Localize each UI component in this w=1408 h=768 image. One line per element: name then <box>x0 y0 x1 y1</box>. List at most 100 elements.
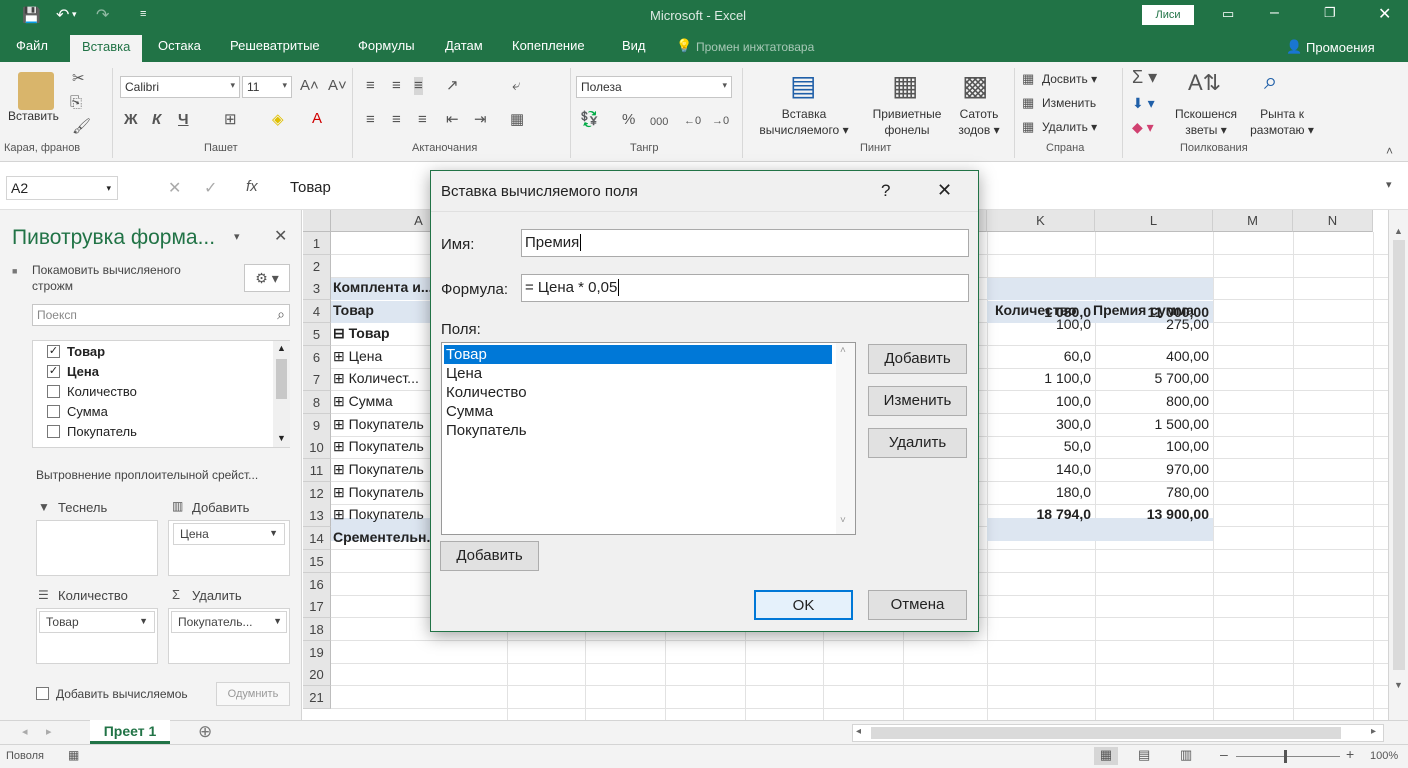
zone-item-tovar[interactable]: Товар ▼ <box>39 611 155 633</box>
field-checkbox-pokupatel[interactable] <box>47 425 60 438</box>
select-all-corner[interactable] <box>303 210 331 232</box>
cell-l-value[interactable]: 400,00 <box>1095 348 1209 364</box>
list-scroll-down-icon[interactable]: ˅ <box>840 515 846 526</box>
row-header[interactable]: 11 <box>303 459 331 482</box>
field-option-summa[interactable]: Сумма <box>444 402 832 421</box>
field-search-input[interactable]: Поексп ⌕ <box>32 304 290 326</box>
row-header[interactable]: 10 <box>303 436 331 460</box>
sheet-tab-active[interactable]: Преет 1 <box>90 720 170 744</box>
update-button[interactable]: Одумнить <box>216 682 290 706</box>
row-header[interactable]: 5 <box>303 322 331 346</box>
columns-drop-zone[interactable]: Цена ▼ <box>168 520 290 576</box>
pivot-fields-icon[interactable]: ▦ <box>892 70 918 102</box>
customize-qat-icon[interactable]: ≡ <box>140 8 146 20</box>
delete-button[interactable]: Удалить <box>868 428 967 458</box>
share-icon[interactable]: 👤 <box>1286 39 1302 55</box>
scroll-up-icon[interactable]: ▲ <box>1394 226 1403 236</box>
name-input[interactable]: Премия <box>521 229 969 257</box>
collapse-ribbon-icon[interactable]: ˄ <box>1386 144 1393 158</box>
cell-l-value[interactable]: 800,00 <box>1095 393 1209 409</box>
field-checkbox-cena[interactable]: ✓ <box>47 365 60 378</box>
row-header[interactable]: 14 <box>303 527 331 551</box>
scroll-down-icon[interactable]: ▼ <box>1394 680 1403 690</box>
tab-home[interactable]: Остака <box>158 38 201 53</box>
row-header[interactable]: 17 <box>303 595 331 619</box>
cancel-button[interactable]: Отмена <box>868 590 967 620</box>
row-header[interactable]: 12 <box>303 481 331 505</box>
insert-cells-button[interactable]: Досвить ▾ <box>1042 71 1097 87</box>
sort-filter-button[interactable]: Пскошенся зветы ▾ <box>1166 106 1246 138</box>
scroll-left-icon[interactable]: ◂ <box>856 726 861 737</box>
row-header[interactable]: 9 <box>303 413 331 437</box>
italic-icon[interactable]: К <box>152 111 161 129</box>
cell-k-value[interactable]: 100,0 <box>987 316 1091 332</box>
row-header[interactable]: 2 <box>303 254 331 278</box>
row-header[interactable]: 19 <box>303 640 331 664</box>
row-header[interactable]: 4 <box>303 300 331 324</box>
help-button[interactable]: ? <box>881 181 890 201</box>
tab-review[interactable]: Копепление <box>512 38 585 53</box>
dialog-close-button[interactable]: ✕ <box>937 180 952 201</box>
cell-k-value[interactable]: 100,0 <box>987 393 1091 409</box>
bold-icon[interactable]: Ж <box>124 111 138 129</box>
confirm-formula-icon[interactable]: ✓ <box>204 178 217 198</box>
orientation-icon[interactable]: ↗ <box>446 77 459 95</box>
number-format-combo[interactable]: Полеза ▾ <box>576 76 732 98</box>
horizontal-scrollbar[interactable]: ◂ ▸ <box>852 724 1384 742</box>
page-layout-icon[interactable]: ▤ <box>1138 747 1150 763</box>
insert-calculated-field-icon[interactable]: ▤ <box>790 70 816 102</box>
merge-icon[interactable]: ▦ <box>510 111 524 129</box>
add-button[interactable]: Добавить <box>868 344 967 374</box>
modify-button[interactable]: Изменить <box>868 386 967 416</box>
modify-cells-button[interactable]: Изменить <box>1042 95 1096 111</box>
font-name-combo[interactable]: Calibri ▾ <box>120 76 240 98</box>
comma-style-icon[interactable]: 000 <box>650 113 668 131</box>
tab-formulas[interactable]: Формулы <box>358 38 415 53</box>
ok-button[interactable]: OK <box>754 590 853 620</box>
prev-sheet-icon[interactable]: ◂ <box>22 725 28 738</box>
scroll-down-icon[interactable]: ▼ <box>277 433 286 443</box>
field-option-pokupatel[interactable]: Покупатель <box>444 421 832 440</box>
cell-k-value[interactable]: 300,0 <box>987 416 1091 432</box>
paste-button[interactable]: Вставить <box>8 108 59 124</box>
slicer-icon[interactable]: ▩ <box>962 70 988 102</box>
tab-view[interactable]: Вид <box>622 38 646 53</box>
increase-indent-icon[interactable]: ⇥ <box>474 111 487 129</box>
cell-l-value[interactable]: 1 500,00 <box>1095 416 1210 432</box>
borders-icon[interactable]: ⊞ <box>224 111 237 129</box>
align-left-icon[interactable]: ≡ <box>366 111 375 129</box>
rows-drop-zone[interactable]: Товар ▼ <box>36 608 158 664</box>
field-option-cena[interactable]: Цена <box>444 364 832 383</box>
fields-listbox[interactable]: Товар Цена Количество Сумма Покупатель ˄… <box>441 342 856 535</box>
formula-input[interactable]: = Цена * 0,05 <box>521 274 969 302</box>
clear-icon[interactable]: ◆ ▾ <box>1132 118 1154 136</box>
field-label-tovar[interactable]: Товар <box>67 344 105 359</box>
scroll-thumb[interactable] <box>1393 240 1405 670</box>
percent-icon[interactable]: % <box>622 111 635 129</box>
tab-file[interactable]: Файл <box>16 38 48 53</box>
zoom-slider-thumb[interactable] <box>1284 750 1287 763</box>
tab-data[interactable]: Датам <box>445 38 483 53</box>
font-color-icon[interactable]: A <box>312 110 322 128</box>
vertical-scrollbar[interactable]: ▲ ▼ <box>1388 210 1408 720</box>
field-checkbox-tovar[interactable]: ✓ <box>47 345 60 358</box>
wrap-text-icon[interactable]: ⤶ <box>512 77 520 95</box>
zoom-in-icon[interactable]: + <box>1346 746 1354 762</box>
zone-item-cena[interactable]: Цена ▼ <box>173 523 285 545</box>
page-break-icon[interactable]: ▥ <box>1180 747 1192 763</box>
column-header-m[interactable]: M <box>1213 210 1293 232</box>
align-center-icon[interactable]: ≡ <box>392 111 401 129</box>
defer-update-checkbox[interactable] <box>36 687 49 700</box>
fill-color-icon[interactable]: ◈ <box>272 111 284 129</box>
save-icon[interactable]: 💾 <box>22 6 41 24</box>
field-list-scrollbar[interactable]: ▲ ▼ <box>273 341 290 447</box>
tab-layout[interactable]: Решеватритые <box>230 38 320 53</box>
field-label-summa[interactable]: Сумма <box>67 404 108 419</box>
insert-function-icon[interactable]: fx <box>246 178 258 195</box>
tab-insert[interactable]: Вставка <box>70 35 143 62</box>
cell-k-value[interactable]: 180,0 <box>987 484 1091 500</box>
zone-item-pokupatel[interactable]: Покупатель... ▼ <box>171 611 287 633</box>
account-button[interactable]: Лиси <box>1142 5 1194 25</box>
decrease-decimal-icon[interactable]: →0 <box>712 112 729 130</box>
field-checkbox-kolichestvo[interactable] <box>47 385 60 398</box>
